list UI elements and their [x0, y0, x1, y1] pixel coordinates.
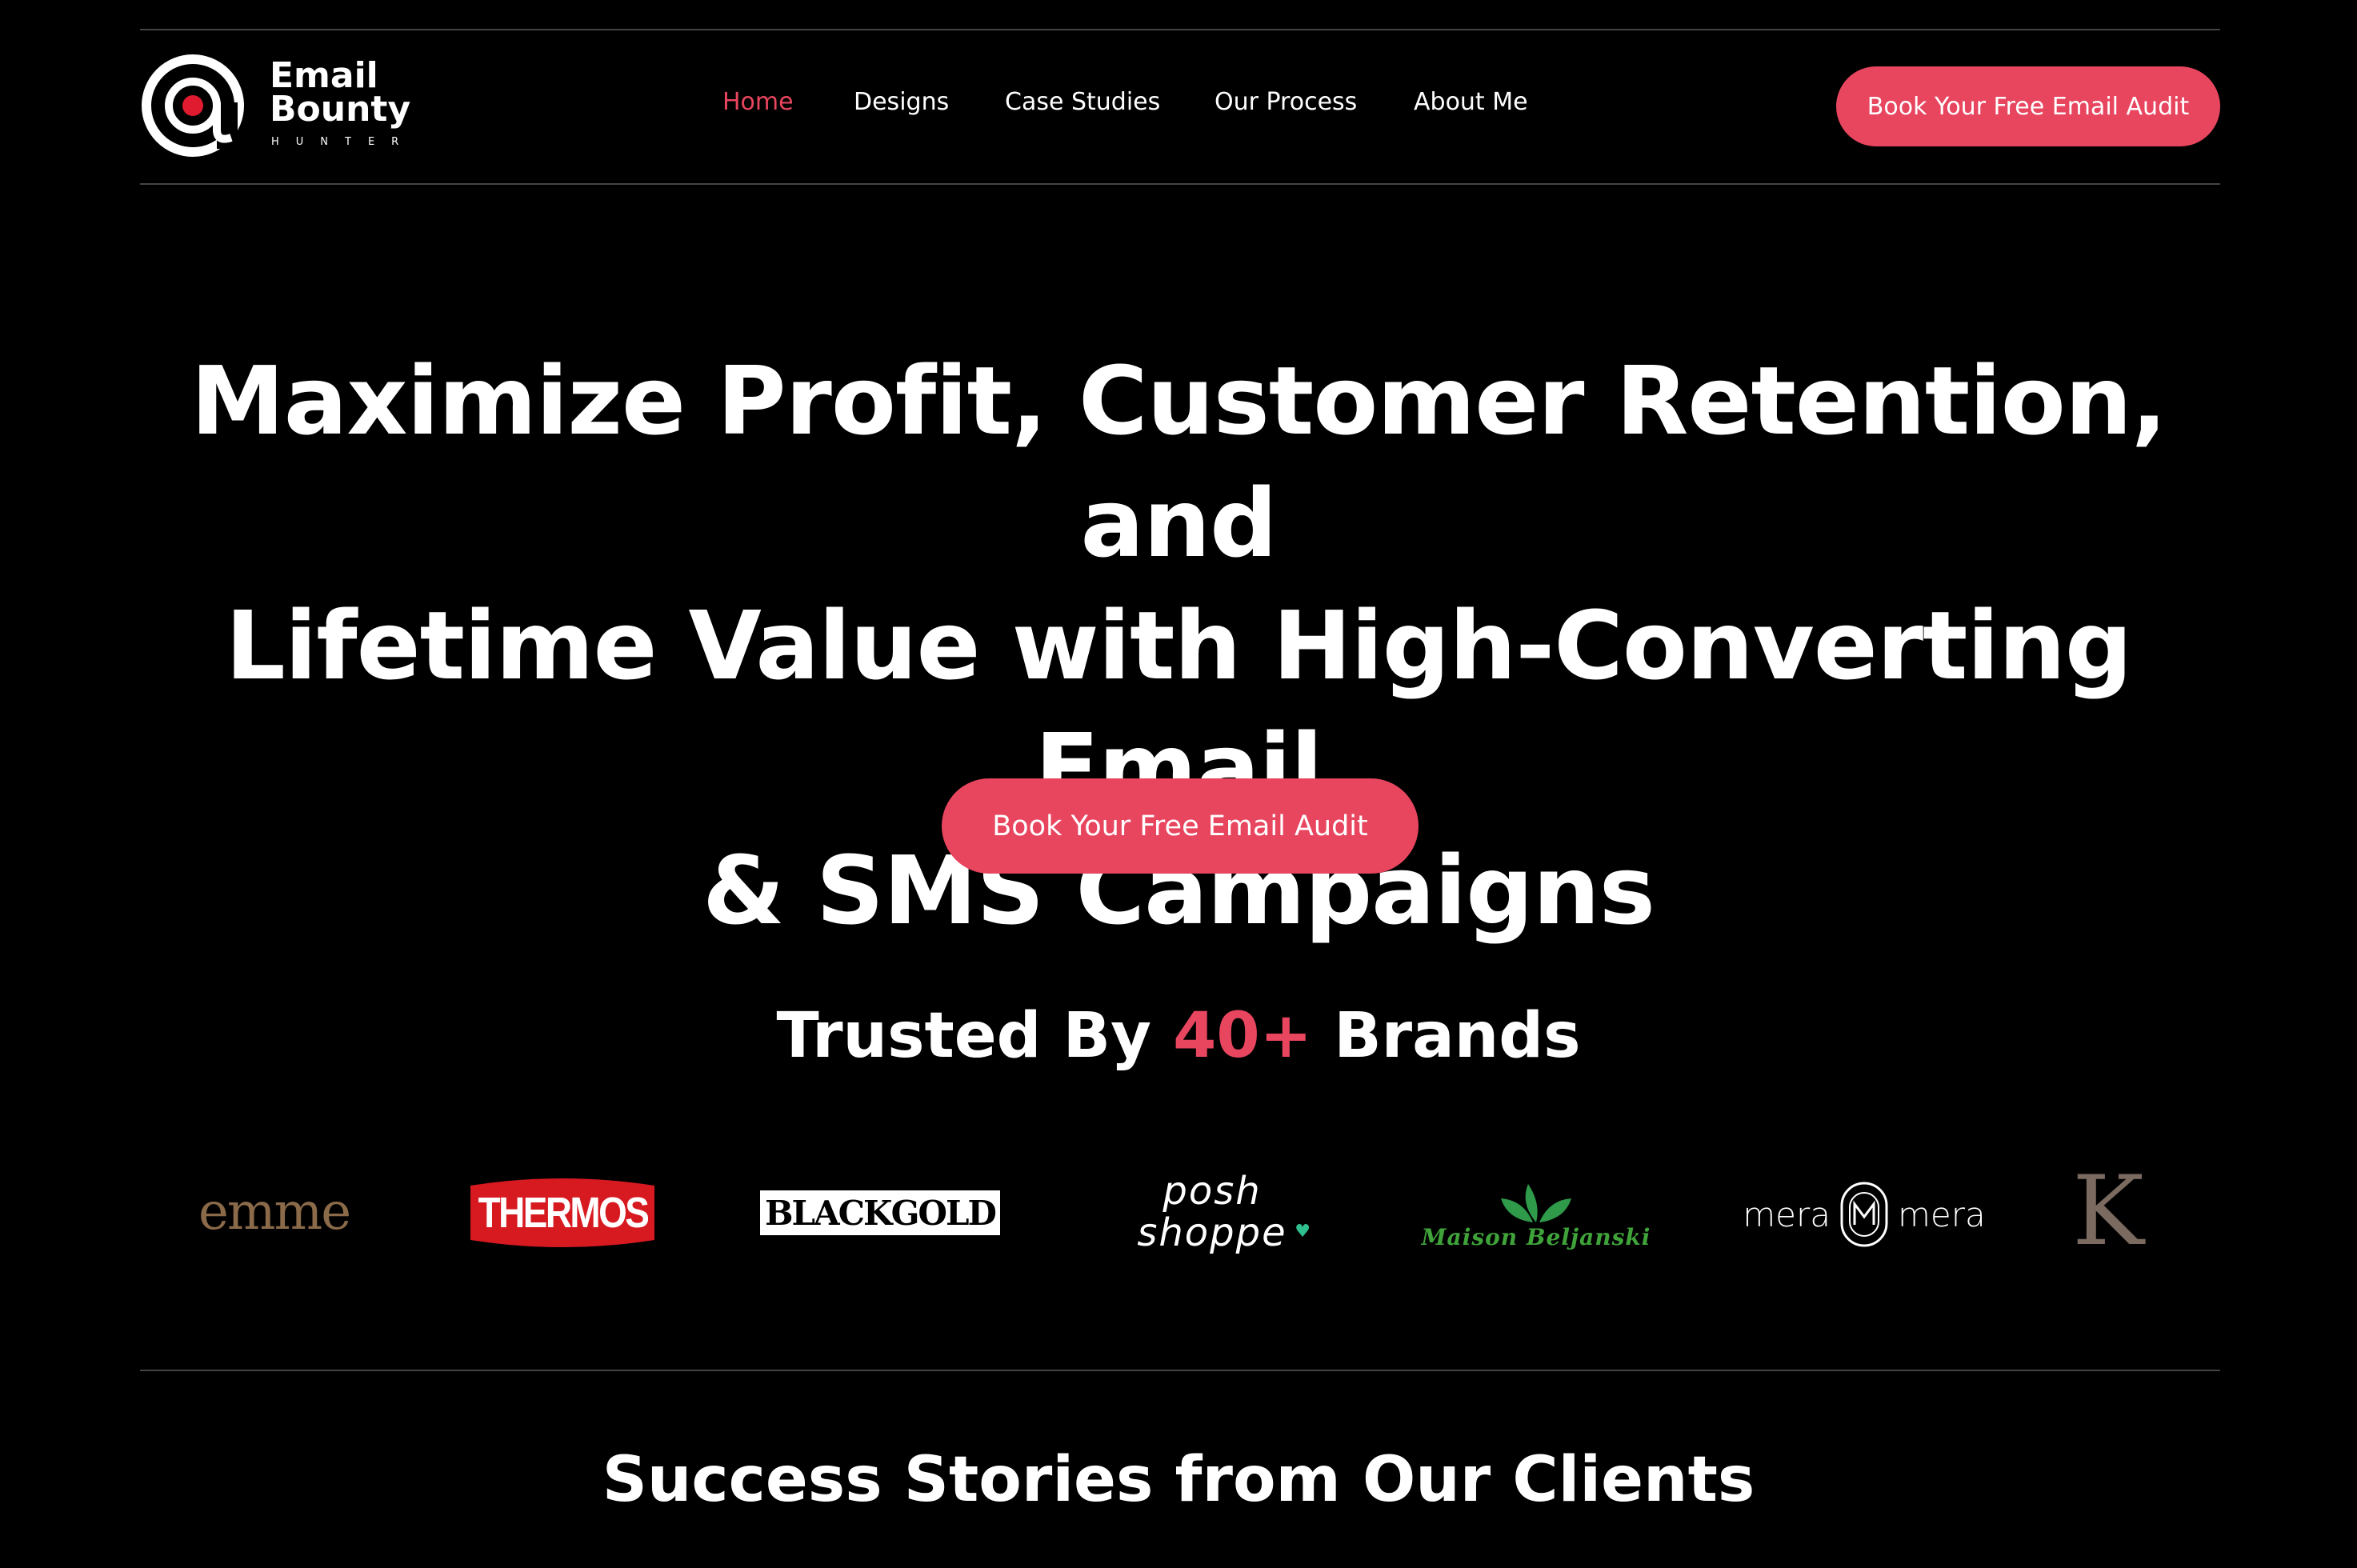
k-logo: K	[2064, 1160, 2152, 1264]
header-top-divider	[140, 29, 2220, 30]
posh-shoppe-logo-text: posh shoppe	[1137, 1169, 1287, 1255]
blackgold-logo-text: BLACKGOLD	[765, 1193, 997, 1233]
nav-designs[interactable]: Designs	[854, 88, 949, 116]
emme-logo-text: emme	[198, 1182, 351, 1242]
mera-mera-logo: mera mera	[1736, 1176, 1992, 1253]
trusted-prefix: Trusted By	[776, 1000, 1174, 1072]
hero-title-line1: Maximize Profit, Customer Retention, and	[190, 346, 2167, 578]
emme-logo: emme	[180, 1176, 368, 1248]
nav-case-studies[interactable]: Case Studies	[1005, 88, 1160, 116]
mera-right-text: mera	[1898, 1194, 1986, 1234]
maison-beljanski-logo-text: Maison Beljanski	[1421, 1223, 1651, 1250]
k-logo-text: K	[2072, 1156, 2144, 1267]
thermos-logo: THERMOS	[462, 1174, 662, 1251]
nav-home[interactable]: Home	[722, 88, 794, 116]
posh-shoppe-logo: posh shoppe ♥	[1096, 1168, 1328, 1256]
section-divider	[140, 1370, 2220, 1371]
mera-emblem-icon	[1840, 1182, 1888, 1247]
leaves-icon	[1501, 1183, 1571, 1222]
trusted-heading: Trusted By 40+ Brands	[0, 996, 2357, 1076]
success-stories-heading: Success Stories from Our Clients	[602, 1444, 1755, 1516]
hero-book-audit-button[interactable]: Book Your Free Email Audit	[942, 778, 1419, 874]
header-book-audit-button[interactable]: Book Your Free Email Audit	[1836, 66, 2220, 146]
trusted-count: 40+	[1173, 1000, 1313, 1072]
trusted-suffix: Brands	[1312, 1000, 1581, 1072]
nav-about-me[interactable]: About Me	[1414, 88, 1528, 116]
heart-icon: ♥	[1295, 1222, 1311, 1242]
nav-our-process[interactable]: Our Process	[1215, 88, 1357, 116]
blackgold-logo: BLACKGOLD	[760, 1190, 1000, 1235]
brand-logo-strip: emme THERMOS BLACKGOLD posh shoppe ♥ Mai…	[0, 1152, 2357, 1272]
maison-beljanski-logo: Maison Beljanski	[1416, 1166, 1656, 1262]
mera-left-text: mera	[1743, 1194, 1831, 1234]
thermos-logo-text: THERMOS	[478, 1189, 649, 1237]
logo-subtext: HUNTER	[271, 136, 416, 148]
header-bottom-divider	[140, 183, 2220, 185]
